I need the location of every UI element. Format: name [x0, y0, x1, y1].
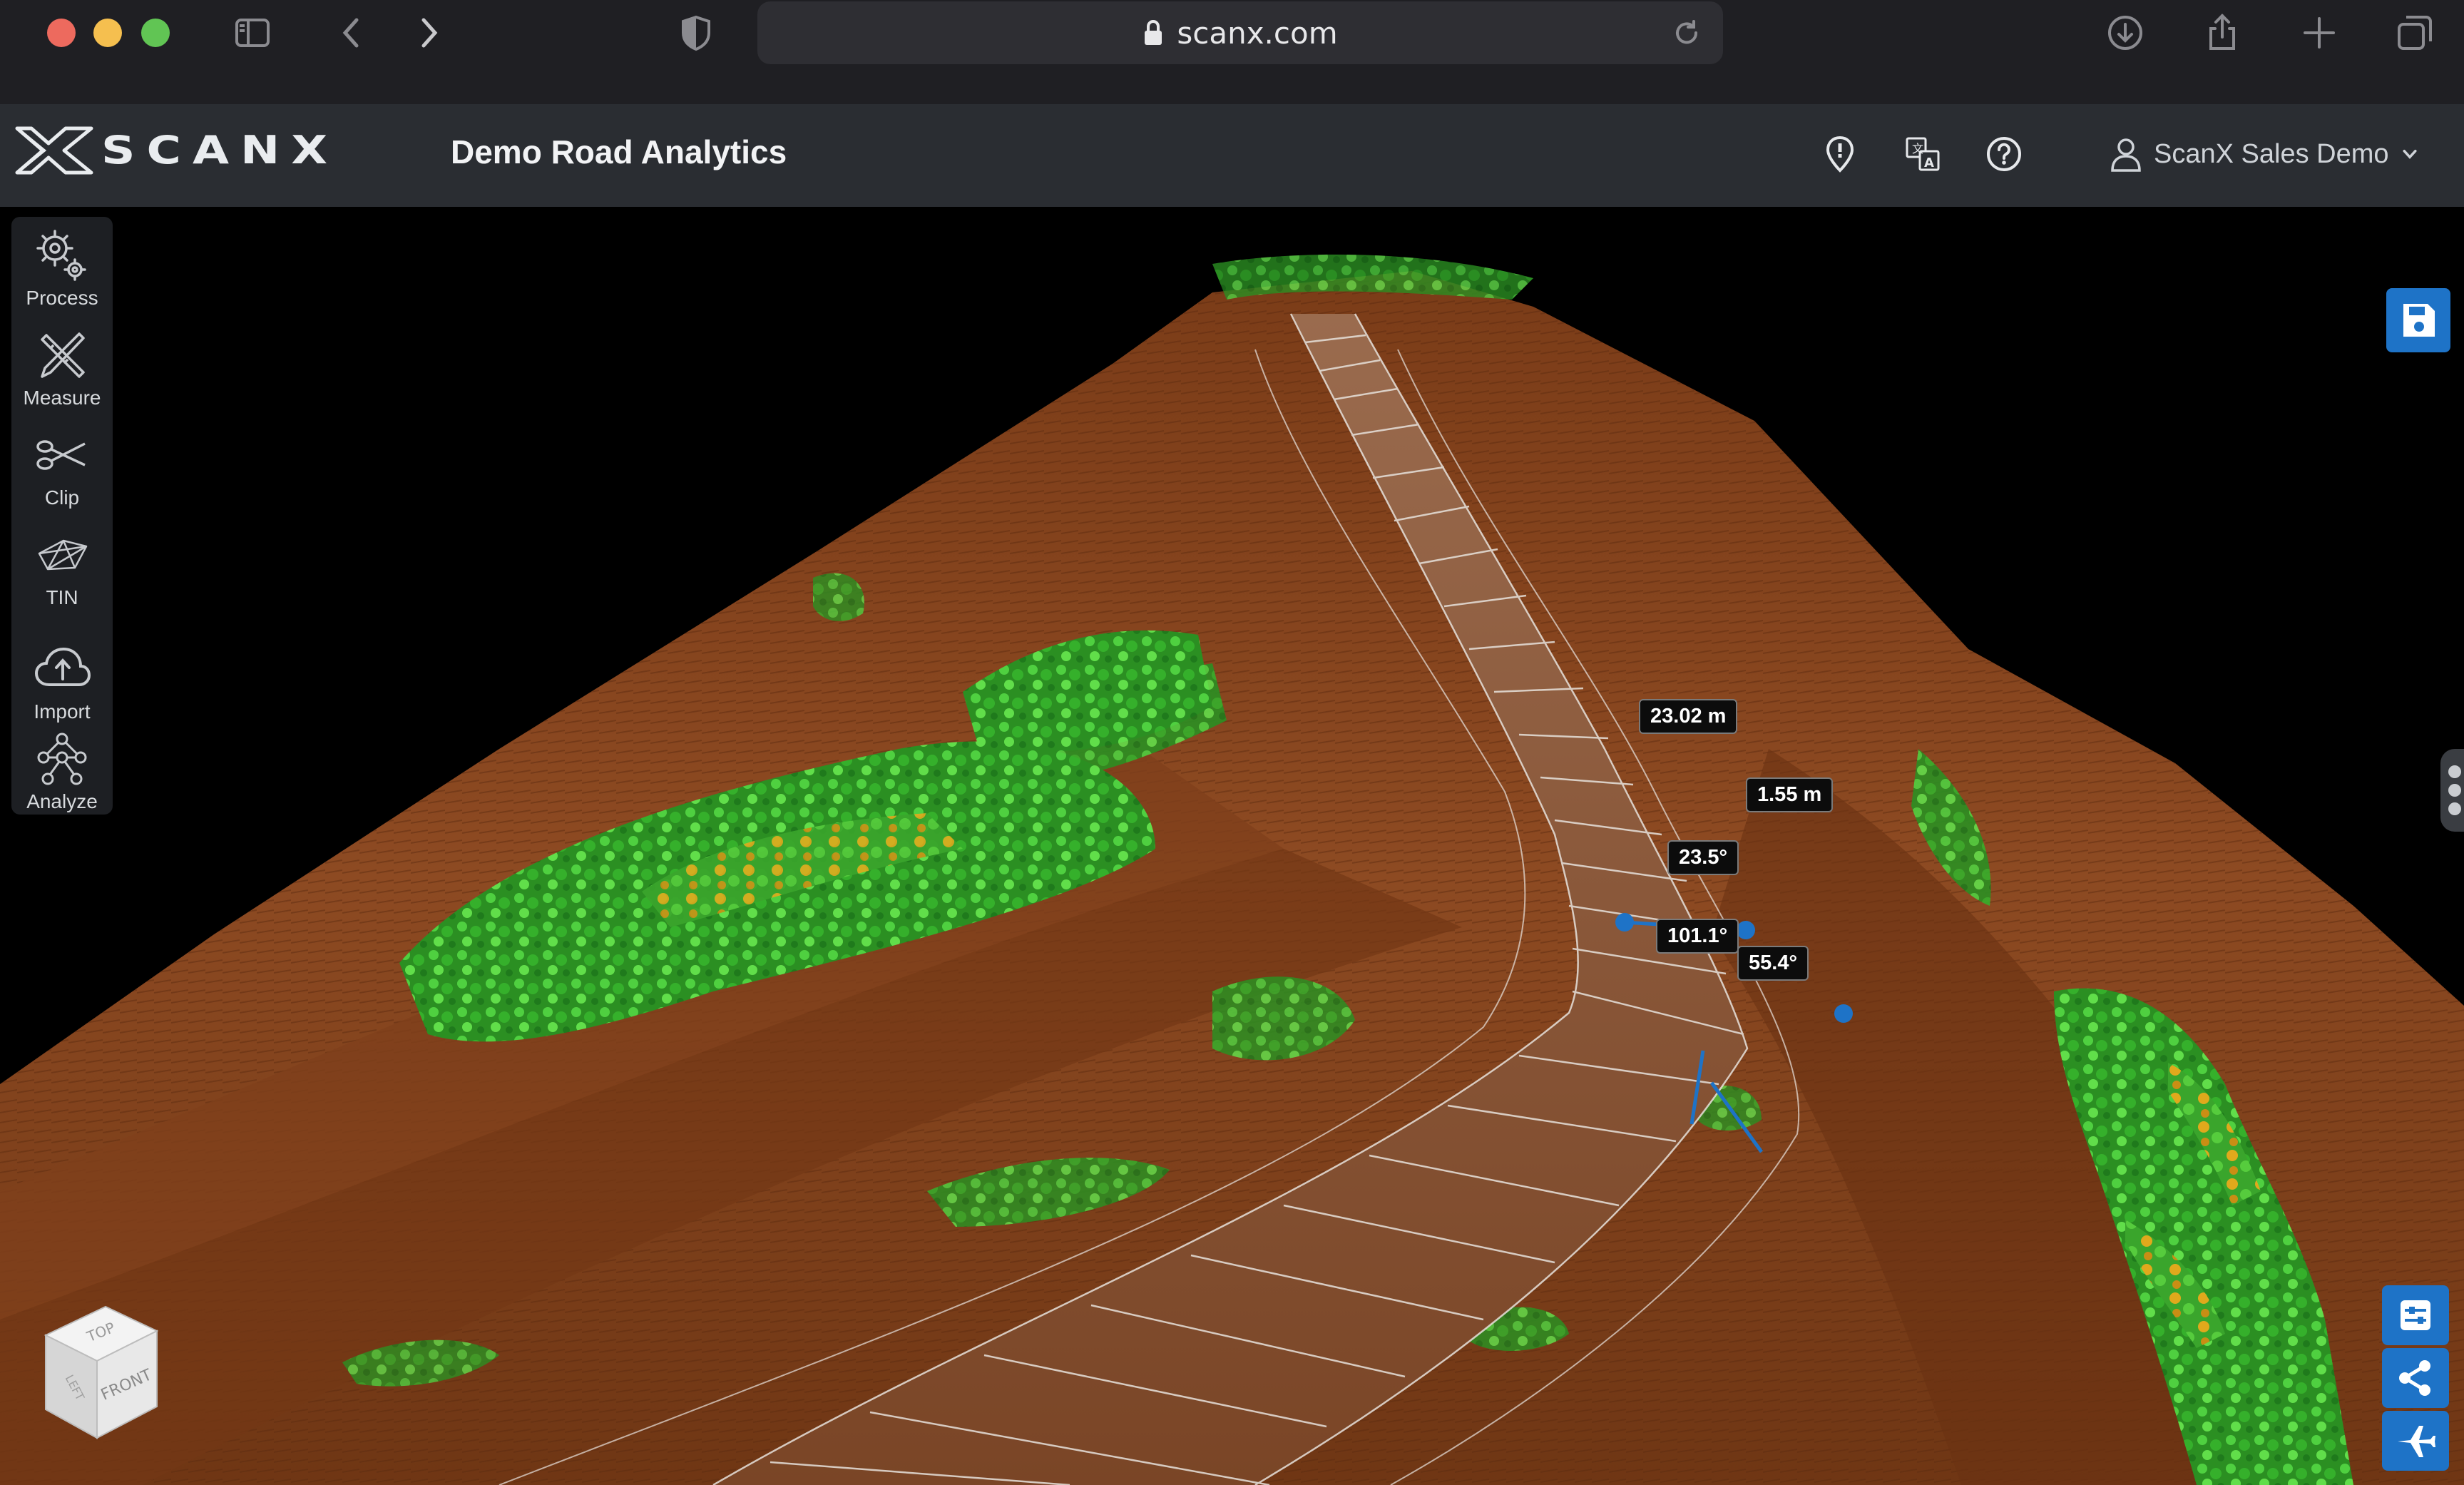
measure-point[interactable] [1834, 1004, 1853, 1023]
svg-text:文: 文 [1912, 142, 1923, 155]
distance-label[interactable]: 23.02 m [1639, 699, 1738, 734]
flythrough-button[interactable] [2382, 1411, 2449, 1471]
help-icon[interactable] [1981, 131, 2027, 177]
tool-import[interactable]: Import [11, 639, 113, 723]
point-cloud-scene[interactable] [0, 207, 2464, 1485]
tool-label-process: Process [26, 287, 98, 309]
tool-label-measure: Measure [23, 387, 101, 409]
tabs-icon[interactable] [2392, 10, 2438, 56]
logo-text: SCANX [101, 127, 339, 173]
browser-chrome: scanx.com [0, 0, 2464, 104]
gears-icon [36, 230, 86, 281]
reload-icon[interactable] [1672, 19, 1702, 49]
scissors-icon [36, 440, 86, 470]
airplane-icon [2398, 1426, 2435, 1457]
measure-point[interactable] [1737, 921, 1755, 939]
tool-label-tin: TIN [46, 586, 78, 608]
tool-label-import: Import [34, 700, 91, 723]
shield-icon[interactable] [673, 10, 719, 56]
app-header: SCANX Demo Road Analytics 文A ScanX Sales… [0, 104, 2464, 207]
location-pin-icon[interactable] [1817, 131, 1863, 177]
user-icon [2111, 138, 2141, 172]
tool-analyze[interactable]: Analyze [11, 729, 113, 813]
tool-clip[interactable]: Clip [11, 425, 113, 509]
minimize-window-button[interactable] [93, 19, 122, 47]
measure-point[interactable] [1615, 913, 1634, 932]
share-button[interactable] [2382, 1348, 2449, 1408]
svg-text:A: A [1924, 155, 1934, 170]
share-nodes-icon [2399, 1360, 2430, 1396]
zoom-window-button[interactable] [141, 19, 170, 47]
ruler-pencil-icon [41, 332, 85, 378]
side-panel-handle[interactable] [2440, 749, 2464, 832]
settings-sliders-icon [2401, 1300, 2430, 1330]
share-icon[interactable] [2199, 10, 2245, 56]
angle-label-c[interactable]: 55.4° [1737, 946, 1809, 981]
back-icon[interactable] [329, 10, 375, 56]
tool-process[interactable]: Process [11, 225, 113, 310]
angle-label-b[interactable]: 101.1° [1656, 919, 1739, 954]
tool-label-clip: Clip [44, 486, 80, 509]
tool-label-analyze: Analyze [26, 790, 98, 812]
tool-tin[interactable]: TIN [11, 525, 113, 609]
height-label[interactable]: 1.55 m [1746, 777, 1834, 812]
scanx-logo-mark [15, 126, 93, 174]
lock-icon [1142, 19, 1164, 46]
view-cube[interactable]: TOP FRONT LEFT [37, 1302, 165, 1445]
network-graph-icon [37, 733, 87, 785]
save-button[interactable] [2386, 288, 2450, 352]
chevron-down-icon [2402, 149, 2417, 159]
download-icon[interactable] [2102, 10, 2148, 56]
tool-sidebar: Process Measure Clip TIN Import Analyze [11, 217, 113, 815]
tool-measure[interactable]: Measure [11, 325, 113, 409]
settings-button[interactable] [2382, 1285, 2449, 1345]
close-window-button[interactable] [47, 19, 76, 47]
translate-icon[interactable]: 文A [1900, 131, 1946, 177]
angle-label-a[interactable]: 23.5° [1667, 840, 1739, 875]
point-cloud-viewport[interactable]: Process Measure Clip TIN Import Analyze … [0, 207, 2464, 1485]
cloud-upload-icon [34, 647, 91, 686]
tin-mesh-icon [38, 539, 88, 571]
project-title: Demo Road Analytics [451, 133, 787, 170]
save-icon [2403, 304, 2435, 337]
address-bar[interactable]: scanx.com [757, 1, 1723, 64]
user-menu[interactable]: ScanX Sales Demo [2110, 128, 2419, 180]
user-name: ScanX Sales Demo [2154, 138, 2389, 169]
url-text: scanx.com [1177, 15, 1338, 51]
forward-icon[interactable] [405, 10, 451, 56]
sidebar-icon[interactable] [230, 10, 275, 56]
scanx-logo[interactable]: SCANX [14, 123, 339, 178]
new-tab-icon[interactable] [2296, 10, 2342, 56]
